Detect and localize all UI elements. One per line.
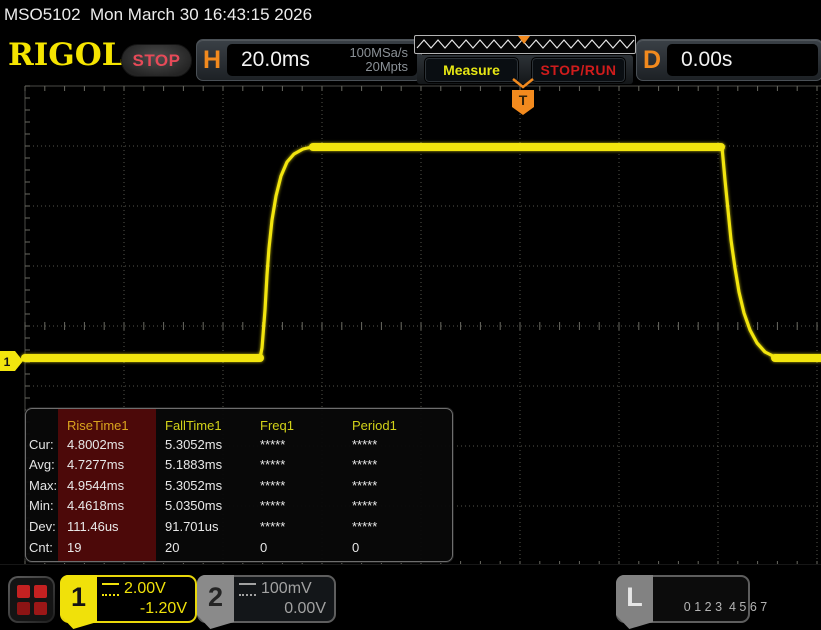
measurement-column-header[interactable]: Period1 bbox=[344, 414, 452, 435]
table-cell: 91.701us bbox=[157, 517, 252, 538]
rigol-logo: RIGOL bbox=[8, 37, 124, 73]
channel1-tab[interactable]: 1 bbox=[60, 575, 97, 629]
measure-button[interactable]: Measure bbox=[424, 57, 519, 83]
table-cell: 4.8002ms bbox=[59, 435, 157, 456]
measurement-column-header[interactable]: FallTime1 bbox=[157, 414, 252, 435]
row-label: Avg: bbox=[29, 455, 59, 476]
toolbar-button-row: Measure STOP/RUN bbox=[417, 55, 633, 84]
delay-value: 0.00s bbox=[681, 48, 818, 72]
dc-coupling-icon bbox=[239, 583, 256, 596]
table-cell: 0 bbox=[252, 538, 344, 559]
channel1-box[interactable]: 1 2.00V -1.20V bbox=[60, 575, 197, 623]
table-cell: 4.4618ms bbox=[59, 496, 157, 517]
dc-coupling-icon bbox=[102, 583, 119, 596]
table-cell: 0 bbox=[344, 538, 452, 559]
stop-run-button[interactable]: STOP/RUN bbox=[531, 57, 626, 83]
timebase-box: 20.0ms 100MSa/s 20Mpts bbox=[227, 44, 417, 76]
logic-tab[interactable]: L bbox=[616, 575, 653, 629]
measurement-panel[interactable]: RiseTime1 FallTime1 Freq1 Period1 Cur: 4… bbox=[25, 408, 453, 562]
acquisition-info: 100MSa/s 20Mpts bbox=[349, 46, 408, 74]
memory-trigger-position-icon[interactable] bbox=[518, 36, 530, 44]
table-cell: ***** bbox=[252, 496, 344, 517]
oscilloscope-screen: MSO5102 Mon March 30 16:43:15 2026 RIGOL… bbox=[0, 0, 821, 630]
horizontal-panel[interactable]: H 20.0ms 100MSa/s 20Mpts bbox=[196, 39, 422, 81]
delay-label: D bbox=[637, 46, 667, 75]
channel2-scale: 100mV bbox=[261, 579, 312, 599]
logic-channels-box[interactable]: L 0 1 2 3 4 5 6 7 8 9 1011 12131415 bbox=[616, 575, 750, 623]
table-cell: 5.0350ms bbox=[157, 496, 252, 517]
channel1-position-marker[interactable]: 1 bbox=[0, 351, 23, 371]
channel1-offset: -1.20V bbox=[102, 599, 187, 618]
delay-panel[interactable]: D 0.00s bbox=[636, 39, 821, 81]
model-and-datetime: MSO5102 Mon March 30 16:43:15 2026 bbox=[4, 0, 312, 30]
channel-status-bar: 1 2.00V -1.20V 2 100mV 0.00V L bbox=[0, 564, 821, 630]
table-cell: 20 bbox=[157, 538, 252, 559]
table-cell: 5.3052ms bbox=[157, 476, 252, 497]
channel1-scale: 2.00V bbox=[124, 579, 166, 599]
menu-grid-button[interactable] bbox=[8, 576, 55, 623]
measurement-table: RiseTime1 FallTime1 Freq1 Period1 Cur: 4… bbox=[29, 414, 452, 558]
row-label: Cnt: bbox=[29, 538, 59, 559]
channel1-trace bbox=[25, 147, 821, 358]
channel2-tab[interactable]: 2 bbox=[197, 575, 234, 629]
row-label: Cur: bbox=[29, 435, 59, 456]
measurement-column-header[interactable]: RiseTime1 bbox=[59, 414, 157, 435]
run-state-badge: STOP bbox=[121, 44, 192, 77]
logic-channel-numbers: 0 1 2 3 4 5 6 7 8 9 1011 12131415 bbox=[656, 577, 748, 630]
table-cell: ***** bbox=[252, 435, 344, 456]
channel2-offset: 0.00V bbox=[239, 599, 326, 618]
table-cell: ***** bbox=[252, 455, 344, 476]
table-cell: ***** bbox=[252, 476, 344, 497]
menu-grid-icon bbox=[10, 578, 53, 621]
trigger-position-marker[interactable]: T bbox=[512, 79, 534, 115]
table-cell: ***** bbox=[252, 517, 344, 538]
table-cell: 5.3052ms bbox=[157, 435, 252, 456]
trigger-marker-letter: T bbox=[519, 92, 528, 108]
channel2-box[interactable]: 2 100mV 0.00V bbox=[197, 575, 336, 623]
table-cell: 5.1883ms bbox=[157, 455, 252, 476]
horizontal-label: H bbox=[197, 46, 227, 75]
channel1-marker-number: 1 bbox=[4, 355, 11, 369]
table-cell: ***** bbox=[344, 517, 452, 538]
table-cell: 4.7277ms bbox=[59, 455, 157, 476]
delay-box: 0.00s bbox=[667, 44, 818, 76]
sample-rate: 100MSa/s bbox=[349, 46, 408, 60]
row-label: Max: bbox=[29, 476, 59, 497]
memory-navigation-widget: Measure STOP/RUN bbox=[414, 35, 636, 84]
memory-waveform-strip[interactable] bbox=[414, 35, 636, 54]
table-cell: ***** bbox=[344, 435, 452, 456]
row-label: Dev: bbox=[29, 517, 59, 538]
table-cell: ***** bbox=[344, 476, 452, 497]
table-cell: ***** bbox=[344, 496, 452, 517]
table-cell: 19 bbox=[59, 538, 157, 559]
table-cell: 4.9544ms bbox=[59, 476, 157, 497]
table-cell: 111.46us bbox=[59, 517, 157, 538]
memory-depth: 20Mpts bbox=[365, 60, 408, 74]
measurement-column-header[interactable]: Freq1 bbox=[252, 414, 344, 435]
timebase-value: 20.0ms bbox=[241, 48, 349, 72]
row-label: Min: bbox=[29, 496, 59, 517]
table-cell: ***** bbox=[344, 455, 452, 476]
